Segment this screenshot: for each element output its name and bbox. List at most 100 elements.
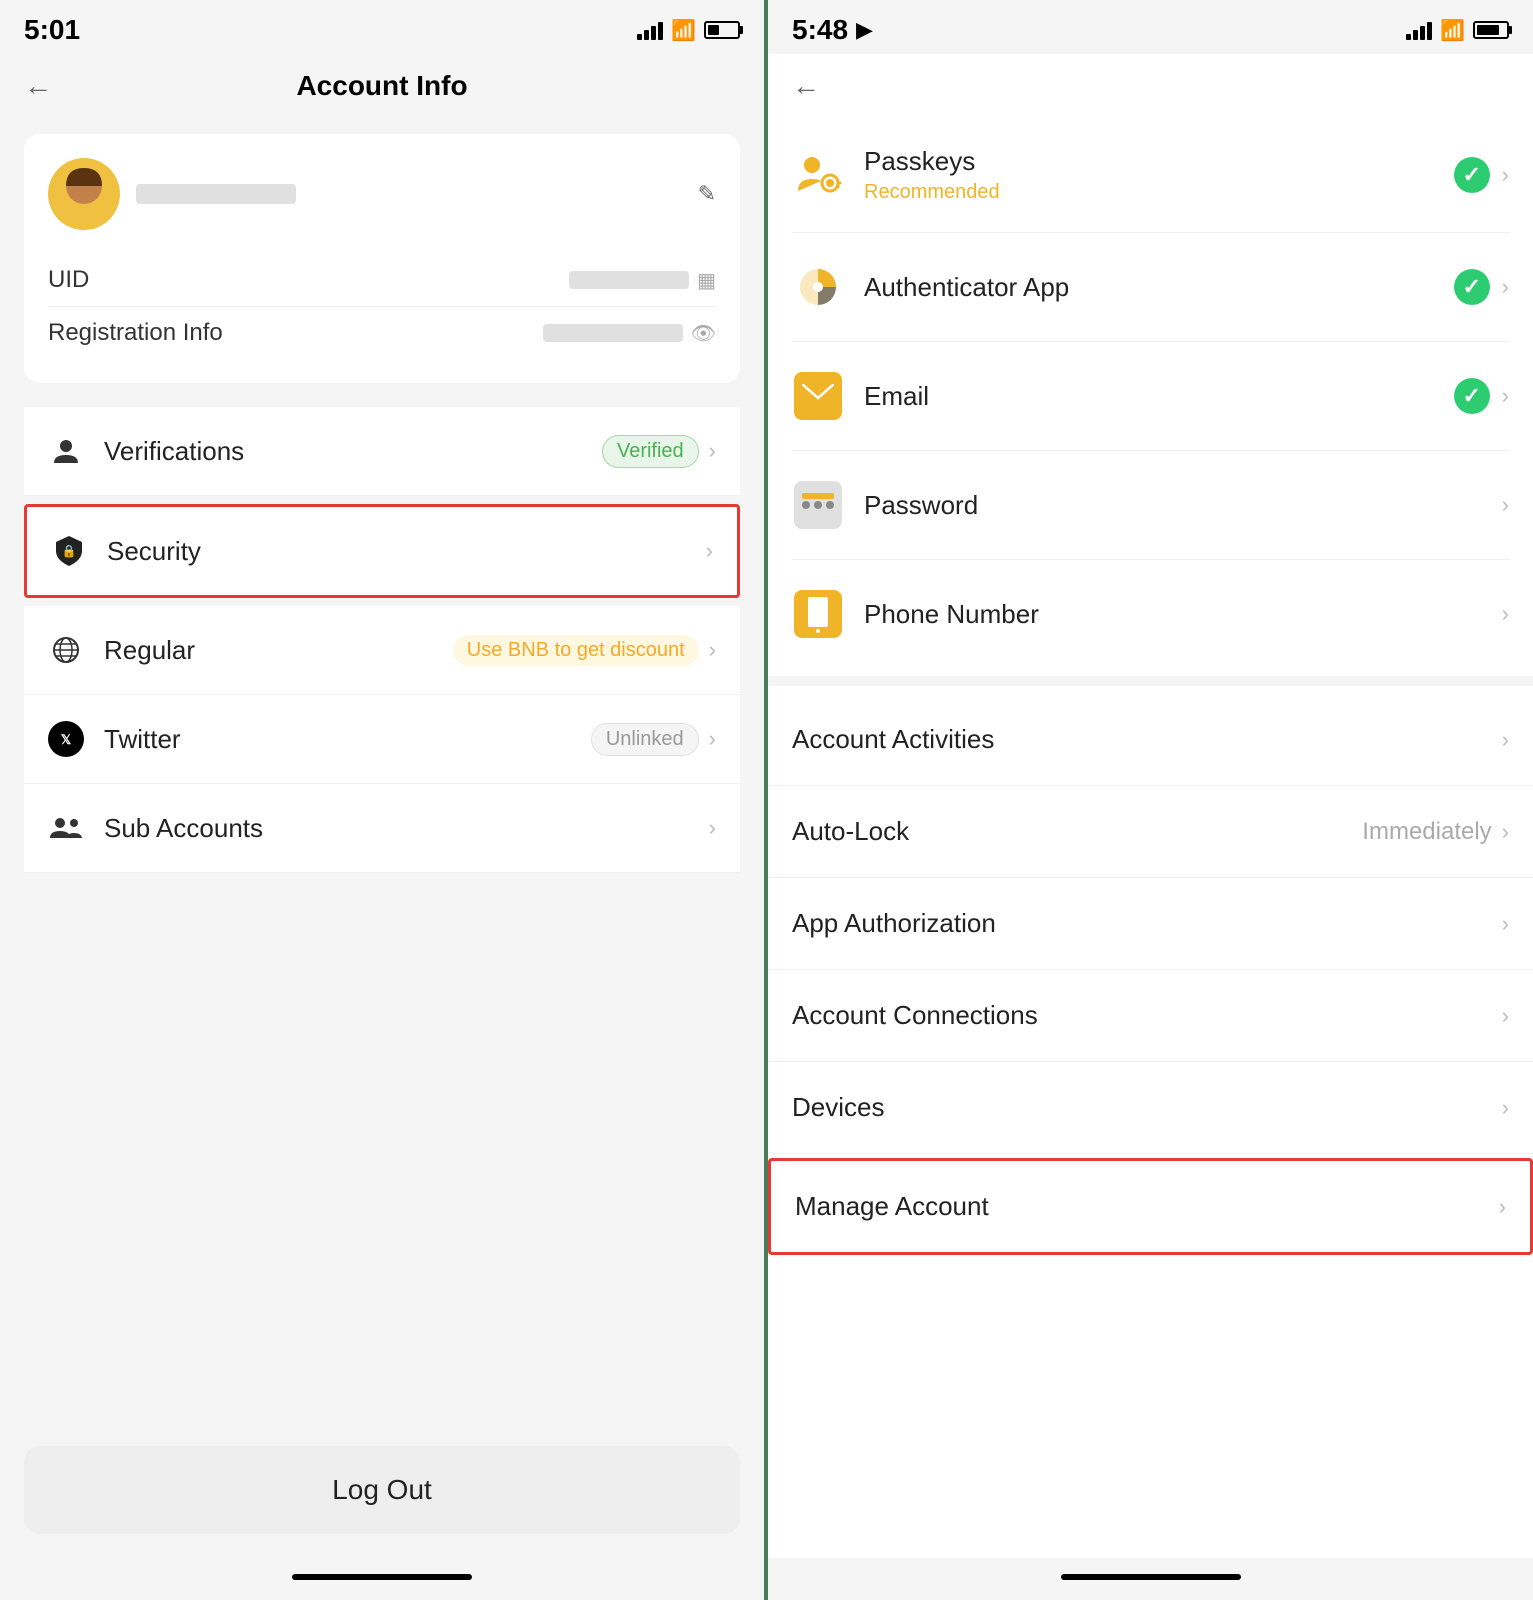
svg-text:𝕏: 𝕏 — [61, 732, 72, 747]
bnb-badge: Use BNB to get discount — [453, 635, 699, 666]
wifi-icon: 📶 — [671, 18, 696, 43]
chevron-icon: › — [1499, 1194, 1506, 1220]
other-item-account-activities[interactable]: Account Activities › — [768, 694, 1533, 786]
username-area — [136, 184, 674, 204]
svg-text:🔒: 🔒 — [62, 544, 77, 558]
other-item-account-connections[interactable]: Account Connections › — [768, 970, 1533, 1062]
registration-row: Registration Info 👁 — [48, 307, 716, 359]
phone-icon — [792, 588, 844, 640]
auto-lock-label: Auto-Lock — [792, 816, 1362, 847]
passkeys-label: Passkeys — [864, 146, 1454, 177]
app-authorization-label: App Authorization — [792, 908, 1502, 939]
chevron-icon: › — [709, 815, 716, 841]
email-check: ✓ — [1454, 378, 1490, 414]
menu-item-verifications[interactable]: Verifications Verified › — [24, 407, 740, 496]
eye-icon[interactable]: 👁 — [691, 321, 716, 346]
left-nav-header: ← Account Info — [0, 54, 764, 118]
menu-item-sub-accounts[interactable]: Sub Accounts › — [24, 784, 740, 873]
other-item-auto-lock[interactable]: Auto-Lock Immediately › — [768, 786, 1533, 878]
uid-label: UID — [48, 266, 89, 294]
other-item-manage-account[interactable]: Manage Account › — [768, 1158, 1533, 1255]
other-item-devices[interactable]: Devices › — [768, 1062, 1533, 1154]
verifications-label: Verifications — [104, 436, 602, 467]
avatar-row: ✎ — [48, 158, 716, 230]
right-time: 5:48 — [792, 14, 848, 46]
registration-value — [543, 324, 683, 342]
account-connections-label: Account Connections — [792, 1000, 1502, 1031]
password-label: Password — [864, 490, 1502, 521]
security-item-password[interactable]: Password › — [792, 451, 1509, 560]
uid-value — [569, 271, 689, 289]
left-time: 5:01 — [24, 14, 80, 46]
left-status-bar: 5:01 📶 — [0, 0, 764, 54]
chevron-icon: › — [709, 637, 716, 663]
chevron-icon: › — [709, 438, 716, 464]
chevron-icon: › — [1502, 1095, 1509, 1121]
account-activities-label: Account Activities — [792, 724, 1502, 755]
passkey-icon — [792, 149, 844, 201]
chevron-icon: › — [706, 538, 713, 564]
twitter-label: Twitter — [104, 724, 591, 755]
chevron-icon: › — [1502, 274, 1509, 300]
chevron-icon: › — [1502, 162, 1509, 188]
left-status-icons: 📶 — [637, 18, 740, 43]
authenticator-icon — [792, 261, 844, 313]
chevron-icon: › — [1502, 601, 1509, 627]
right-status-icons: 📶 — [1406, 18, 1509, 43]
twitter-icon: 𝕏 — [48, 721, 84, 757]
section-divider — [768, 676, 1533, 686]
sub-accounts-icon — [48, 810, 84, 846]
logout-section: Log Out — [0, 1422, 764, 1558]
security-item-phone[interactable]: Phone Number › — [792, 560, 1509, 668]
unlinked-badge: Unlinked — [591, 723, 699, 756]
menu-item-regular[interactable]: Regular Use BNB to get discount › — [24, 606, 740, 695]
phone-label: Phone Number — [864, 599, 1502, 630]
right-phone-panel: 5:48 ▶ 📶 ← — [768, 0, 1533, 1600]
signal-icon — [1406, 20, 1432, 40]
right-status-bar: 5:48 ▶ 📶 — [768, 0, 1533, 54]
passkeys-check: ✓ — [1454, 157, 1490, 193]
other-items-section: Account Activities › Auto-Lock Immediate… — [768, 694, 1533, 1255]
chevron-icon: › — [1502, 492, 1509, 518]
globe-icon — [48, 632, 84, 668]
shield-icon: 🔒 — [51, 533, 87, 569]
auto-lock-value: Immediately — [1362, 818, 1491, 846]
other-item-app-authorization[interactable]: App Authorization › — [768, 878, 1533, 970]
devices-label: Devices — [792, 1092, 1502, 1123]
sub-accounts-label: Sub Accounts — [104, 813, 709, 844]
menu-item-security[interactable]: 🔒 Security › — [24, 504, 740, 598]
security-item-passkeys[interactable]: Passkeys Recommended ✓ › — [792, 118, 1509, 233]
chevron-icon: › — [1502, 819, 1509, 845]
regular-label: Regular — [104, 635, 453, 666]
chevron-icon: › — [1502, 911, 1509, 937]
profile-card: ✎ UID ▦ Registration Info 👁 — [24, 134, 740, 383]
chevron-icon: › — [1502, 383, 1509, 409]
avatar-svg — [48, 158, 120, 230]
chevron-icon: › — [1502, 1003, 1509, 1029]
username-bar — [136, 184, 296, 204]
password-icon — [792, 479, 844, 531]
home-indicator — [292, 1574, 472, 1580]
back-button[interactable]: ← — [24, 70, 52, 102]
wifi-icon: 📶 — [1440, 18, 1465, 43]
security-item-authenticator[interactable]: Authenticator App ✓ › — [792, 233, 1509, 342]
page-title: Account Info — [296, 70, 467, 102]
copy-icon[interactable]: ▦ — [697, 268, 716, 293]
edit-icon[interactable]: ✎ — [698, 181, 716, 207]
security-items-section: Passkeys Recommended ✓ › — [768, 118, 1533, 668]
logout-button[interactable]: Log Out — [24, 1446, 740, 1534]
battery-icon — [704, 21, 740, 39]
right-back-button[interactable]: ← — [792, 70, 820, 102]
left-content: ✎ UID ▦ Registration Info 👁 — [0, 118, 764, 1422]
passkeys-sub: Recommended — [864, 181, 1454, 204]
left-phone-panel: 5:01 📶 ← Account Info — [0, 0, 764, 1600]
authenticator-label: Authenticator App — [864, 272, 1454, 303]
security-label: Security — [107, 536, 706, 567]
chevron-icon: › — [709, 726, 716, 752]
authenticator-check: ✓ — [1454, 269, 1490, 305]
security-item-email[interactable]: Email ✓ › — [792, 342, 1509, 451]
person-icon — [48, 433, 84, 469]
menu-item-twitter[interactable]: 𝕏 Twitter Unlinked › — [24, 695, 740, 784]
uid-row: UID ▦ — [48, 254, 716, 307]
battery-icon — [1473, 21, 1509, 39]
